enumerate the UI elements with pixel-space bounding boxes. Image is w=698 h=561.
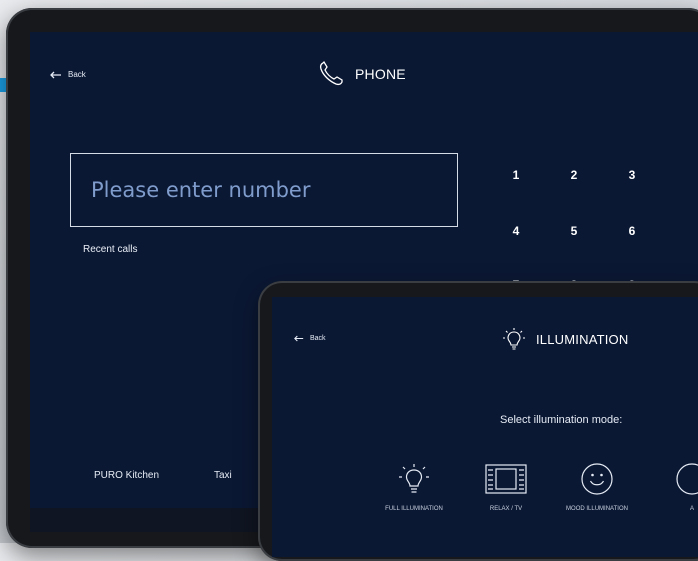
number-input-placeholder: Please enter number — [91, 178, 311, 202]
keypad-key-6[interactable]: 6 — [612, 224, 652, 246]
recent-contact[interactable]: Taxi — [214, 470, 232, 481]
mode-mood-illumination[interactable]: MOOD ILLUMINATION — [557, 462, 637, 513]
mode-label: FULL ILLUMINATION — [385, 506, 443, 512]
mode-relax-tv[interactable]: RELAX / TV — [466, 462, 546, 513]
mode-label: A — [689, 506, 694, 512]
page-title: ILLUMINATION — [502, 327, 628, 351]
phone-icon — [319, 60, 343, 86]
light-bulb-icon — [399, 464, 429, 493]
mode-label: MOOD ILLUMINATION — [566, 506, 628, 512]
mode-fourth[interactable]: A — [652, 462, 698, 513]
illumination-screen: Back ILLUMINATION Select illumination mo… — [272, 297, 698, 557]
back-button[interactable]: Back — [50, 70, 86, 79]
light-bulb-icon — [503, 328, 525, 350]
back-button[interactable]: Back — [294, 335, 326, 342]
circle-icon — [676, 463, 698, 495]
back-label: Back — [68, 70, 86, 79]
keypad-key-5[interactable]: 5 — [554, 224, 594, 246]
keypad-key-1[interactable]: 1 — [496, 168, 536, 190]
recent-calls-label: Recent calls — [83, 244, 138, 255]
keypad-key-2[interactable]: 2 — [554, 168, 594, 190]
back-arrow-icon — [294, 335, 304, 342]
back-label: Back — [310, 335, 326, 342]
keypad-key-3[interactable]: 3 — [612, 168, 652, 190]
page-title-text: PHONE — [355, 66, 406, 82]
tablet-illumination: Back ILLUMINATION Select illumination mo… — [258, 281, 698, 561]
page-title-text: ILLUMINATION — [536, 331, 629, 347]
keypad-key-4[interactable]: 4 — [496, 224, 536, 246]
film-strip-icon — [485, 464, 527, 494]
back-arrow-icon — [50, 71, 61, 78]
number-input[interactable]: Please enter number — [70, 153, 458, 227]
smiley-icon — [581, 463, 613, 495]
recent-contact[interactable]: PURO Kitchen — [94, 470, 159, 481]
mode-prompt: Select illumination mode: — [500, 414, 623, 426]
page-title: PHONE — [317, 60, 406, 88]
mode-label: RELAX / TV — [489, 506, 523, 512]
mode-full-illumination[interactable]: FULL ILLUMINATION — [374, 462, 454, 513]
